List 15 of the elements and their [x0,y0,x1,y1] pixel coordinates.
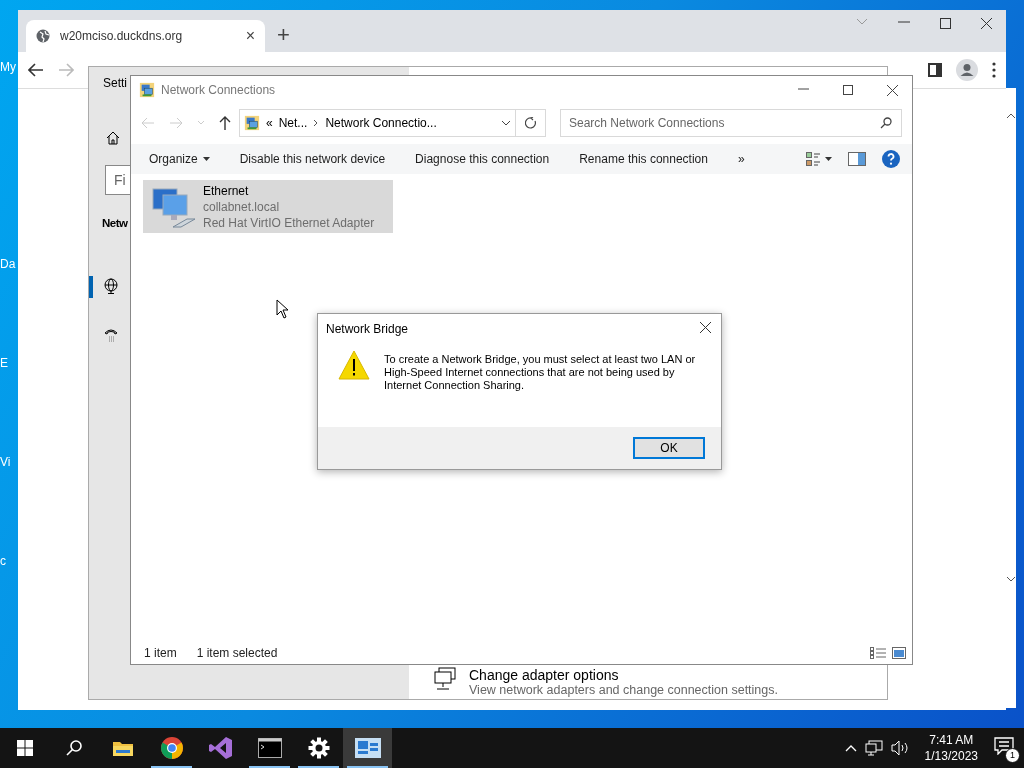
connection-device: Red Hat VirtIO Ethernet Adapter [203,214,375,231]
clock-date: 1/13/2023 [924,748,978,764]
window-title: Setti [103,76,127,90]
dialog-title: Network Bridge [326,322,409,336]
notification-badge: 1 [1005,748,1020,763]
item-count: 1 item [144,646,177,660]
dialog-message: To create a Network Bridge, you must select at least two LAN or High-Speed Internet connections that are not being used by Internet Connection Sharing. [384,353,697,392]
connection-name: Ethernet [203,182,250,199]
section-heading: Netw [102,217,128,229]
link-description: View network adapters and change connection settings. [469,683,778,697]
connection-network: collabnet.local [203,198,281,215]
clock-time: 7:41 AM [929,732,974,748]
selection-count: 1 item selected [196,646,278,660]
window-title: Network Connections [161,83,276,97]
tab-title: w20mciso.duckdns.org [60,29,184,43]
